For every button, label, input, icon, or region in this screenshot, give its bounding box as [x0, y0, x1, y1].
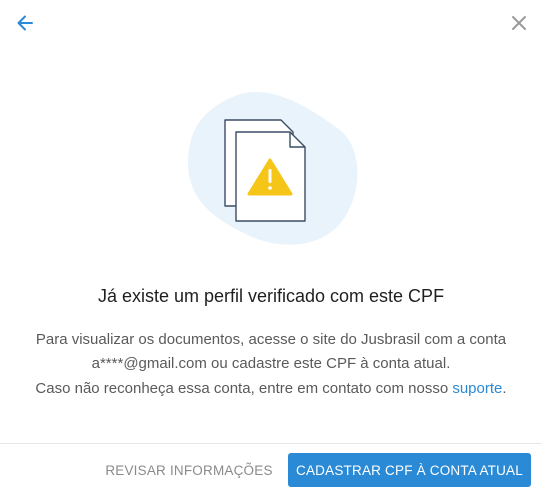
close-button[interactable] [506, 10, 532, 36]
back-button[interactable] [12, 10, 38, 36]
footer-divider [0, 443, 542, 444]
support-text-content: Caso não reconheça essa conta, entre em … [35, 380, 453, 397]
dialog-title: Já existe um perfil verificado com este … [97, 286, 445, 306]
support-text-end: . [502, 380, 507, 397]
description-text: Para visualizar os documentos, acesse o … [35, 331, 507, 372]
review-info-button[interactable]: REVISAR INFORMAÇÕES [104, 453, 274, 487]
documents-warning-icon [188, 92, 358, 245]
close-icon [512, 16, 526, 30]
illustration [180, 88, 365, 253]
register-cpf-button[interactable]: CADASTRAR CPF À CONTA ATUAL [288, 453, 531, 487]
support-text: Caso não reconheça essa conta, entre em … [30, 377, 512, 401]
support-link[interactable]: suporte [452, 380, 502, 397]
verified-profile-dialog: Já existe um perfil verificado com este … [0, 0, 542, 490]
arrow-left-icon [17, 15, 33, 31]
